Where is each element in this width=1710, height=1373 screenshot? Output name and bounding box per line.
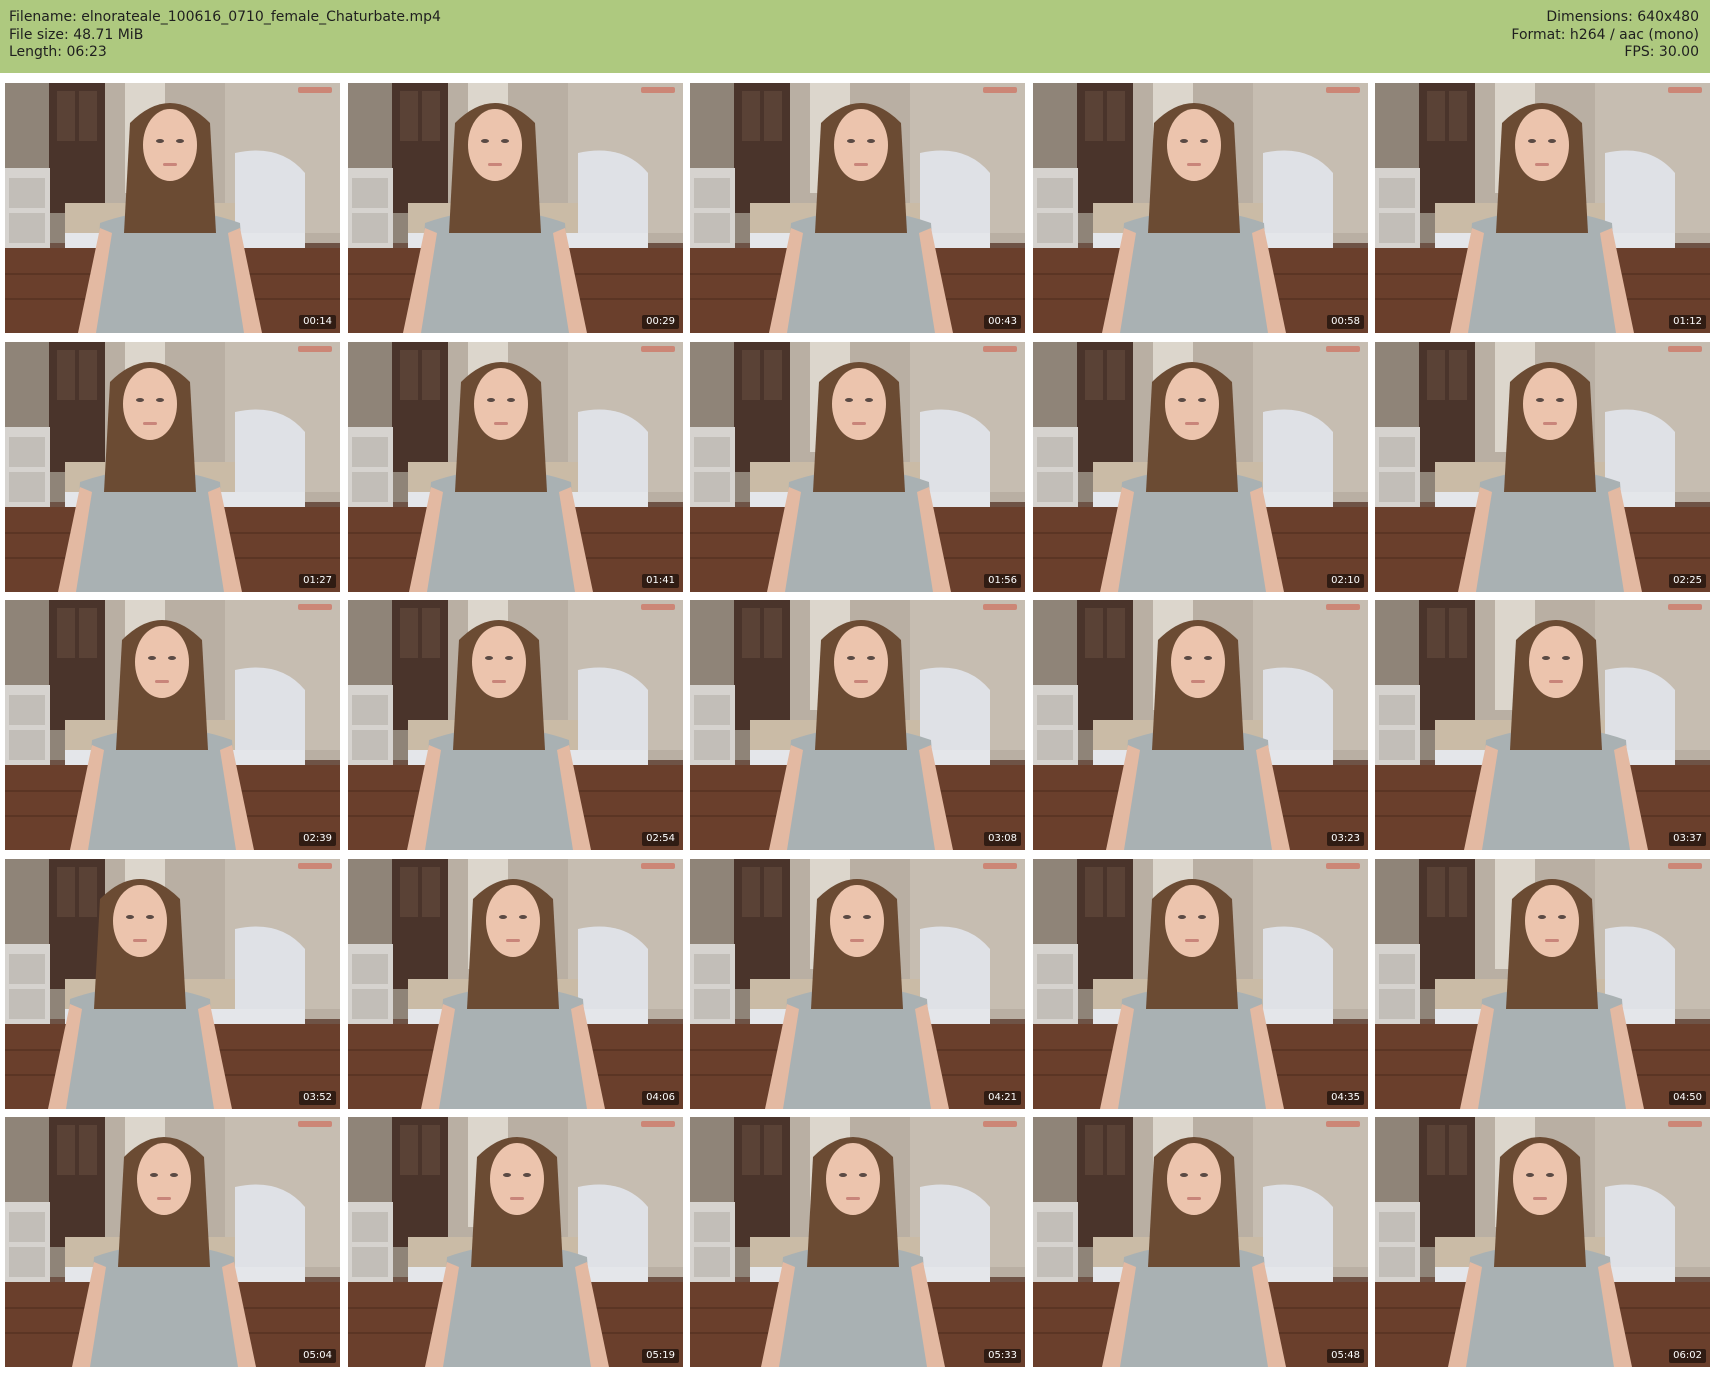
timestamp-label: 01:12 bbox=[1669, 315, 1706, 329]
video-frame-thumbnail: 02:54 bbox=[348, 600, 683, 850]
timestamp-label: 04:06 bbox=[642, 1091, 679, 1105]
video-frame-thumbnail: 05:04 bbox=[5, 1117, 340, 1367]
watermark-logo bbox=[1668, 863, 1702, 869]
timestamp-label: 01:56 bbox=[984, 574, 1021, 588]
video-frame-thumbnail: 02:39 bbox=[5, 600, 340, 850]
video-frame-thumbnail: 06:02 bbox=[1375, 1117, 1710, 1367]
watermark-logo bbox=[1326, 346, 1360, 352]
timestamp-label: 03:52 bbox=[299, 1091, 336, 1105]
watermark-logo bbox=[983, 87, 1017, 93]
timestamp-label: 03:08 bbox=[984, 832, 1021, 846]
video-frame-thumbnail: 02:10 bbox=[1033, 342, 1368, 592]
filename-text: Filename: elnorateale_100616_0710_female… bbox=[9, 9, 441, 25]
watermark-logo bbox=[1668, 346, 1702, 352]
watermark-logo bbox=[298, 863, 332, 869]
timestamp-label: 05:04 bbox=[299, 1349, 336, 1363]
timestamp-label: 00:14 bbox=[299, 315, 336, 329]
video-frame-thumbnail: 00:43 bbox=[690, 83, 1025, 333]
video-frame-thumbnail: 03:52 bbox=[5, 859, 340, 1109]
timestamp-label: 02:10 bbox=[1327, 574, 1364, 588]
watermark-logo bbox=[641, 87, 675, 93]
timestamp-label: 05:19 bbox=[642, 1349, 679, 1363]
timestamp-label: 04:50 bbox=[1669, 1091, 1706, 1105]
dimensions-text: Dimensions: 640x480 bbox=[1546, 9, 1699, 25]
watermark-logo bbox=[298, 87, 332, 93]
timestamp-label: 05:33 bbox=[984, 1349, 1021, 1363]
video-frame-thumbnail: 00:29 bbox=[348, 83, 683, 333]
timestamp-label: 04:21 bbox=[984, 1091, 1021, 1105]
video-frame-thumbnail: 04:21 bbox=[690, 859, 1025, 1109]
watermark-logo bbox=[298, 1121, 332, 1127]
watermark-logo bbox=[641, 1121, 675, 1127]
video-frame-thumbnail: 00:14 bbox=[5, 83, 340, 333]
timestamp-label: 02:54 bbox=[642, 832, 679, 846]
timestamp-label: 03:23 bbox=[1327, 832, 1364, 846]
watermark-logo bbox=[1326, 87, 1360, 93]
watermark-logo bbox=[298, 604, 332, 610]
stream-info: Dimensions: 640x480 Format: h264 / aac (… bbox=[1511, 9, 1699, 62]
video-frame-thumbnail: 04:06 bbox=[348, 859, 683, 1109]
filesize-text: File size: 48.71 MiB bbox=[9, 26, 144, 43]
timestamp-label: 03:37 bbox=[1669, 832, 1706, 846]
watermark-logo bbox=[641, 604, 675, 610]
timestamp-label: 01:27 bbox=[299, 574, 336, 588]
thumbnail-grid: 00:14 00:29 00:43 00:58 01:12 01:27 01:41 01:56… bbox=[5, 83, 1710, 1368]
info-header: Filename: elnorateale_100616_0710_female… bbox=[0, 0, 1710, 73]
watermark-logo bbox=[983, 346, 1017, 352]
video-frame-thumbnail: 03:23 bbox=[1033, 600, 1368, 850]
video-frame-thumbnail: 04:50 bbox=[1375, 859, 1710, 1109]
watermark-logo bbox=[1326, 604, 1360, 610]
timestamp-label: 00:29 bbox=[642, 315, 679, 329]
watermark-logo bbox=[983, 604, 1017, 610]
video-frame-thumbnail: 03:08 bbox=[690, 600, 1025, 850]
timestamp-label: 05:48 bbox=[1327, 1349, 1364, 1363]
watermark-logo bbox=[1326, 1121, 1360, 1127]
timestamp-label: 00:43 bbox=[984, 315, 1021, 329]
timestamp-label: 04:35 bbox=[1327, 1091, 1364, 1105]
watermark-logo bbox=[298, 346, 332, 352]
video-frame-thumbnail: 01:27 bbox=[5, 342, 340, 592]
timestamp-label: 01:41 bbox=[642, 574, 679, 588]
watermark-logo bbox=[1326, 863, 1360, 869]
length-text: Length: 06:23 bbox=[9, 44, 107, 60]
video-frame-thumbnail: 02:25 bbox=[1375, 342, 1710, 592]
timestamp-label: 00:58 bbox=[1327, 315, 1364, 329]
fps-text: FPS: 30.00 bbox=[1624, 44, 1699, 60]
watermark-logo bbox=[1668, 87, 1702, 93]
video-frame-thumbnail: 03:37 bbox=[1375, 600, 1710, 850]
video-frame-thumbnail: 01:56 bbox=[690, 342, 1025, 592]
timestamp-label: 02:39 bbox=[299, 832, 336, 846]
video-frame-thumbnail: 05:19 bbox=[348, 1117, 683, 1367]
watermark-logo bbox=[1668, 1121, 1702, 1127]
watermark-logo bbox=[983, 1121, 1017, 1127]
watermark-logo bbox=[983, 863, 1017, 869]
video-frame-thumbnail: 05:48 bbox=[1033, 1117, 1368, 1367]
video-frame-thumbnail: 01:41 bbox=[348, 342, 683, 592]
video-frame-thumbnail: 00:58 bbox=[1033, 83, 1368, 333]
watermark-logo bbox=[641, 863, 675, 869]
video-frame-thumbnail: 04:35 bbox=[1033, 859, 1368, 1109]
timestamp-label: 02:25 bbox=[1669, 574, 1706, 588]
format-text: Format: h264 / aac (mono) bbox=[1511, 26, 1699, 43]
video-frame-thumbnail: 05:33 bbox=[690, 1117, 1025, 1367]
file-info: Filename: elnorateale_100616_0710_female… bbox=[9, 9, 441, 62]
watermark-logo bbox=[641, 346, 675, 352]
timestamp-label: 06:02 bbox=[1669, 1349, 1706, 1363]
video-frame-thumbnail: 01:12 bbox=[1375, 83, 1710, 333]
watermark-logo bbox=[1668, 604, 1702, 610]
